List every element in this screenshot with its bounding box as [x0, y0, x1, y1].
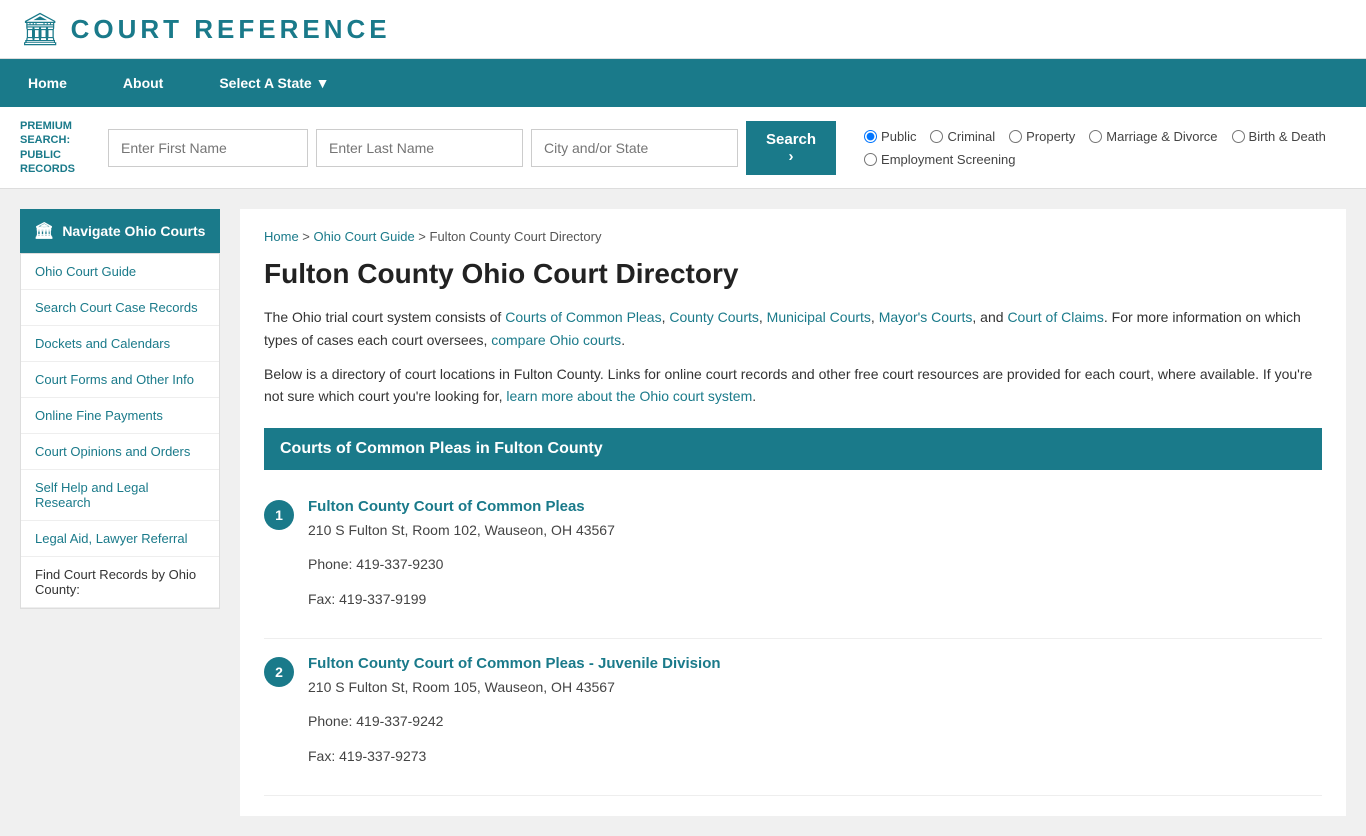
court-number-1: 1: [264, 500, 294, 530]
record-type-radios: Public Criminal Property Marriage & Divo…: [864, 129, 1346, 167]
link-compare-courts[interactable]: compare Ohio courts: [491, 332, 621, 348]
sidebar-header-label: Navigate Ohio Courts: [62, 223, 205, 239]
link-mayors-courts[interactable]: Mayor's Courts: [879, 309, 973, 325]
logo-icon: 🏛: [20, 10, 61, 48]
nav-about[interactable]: About: [95, 59, 191, 107]
sidebar-nav-list: Ohio Court Guide Search Court Case Recor…: [20, 253, 220, 609]
court-2-phone: Phone: 419-337-9242: [308, 710, 721, 732]
first-name-input[interactable]: [108, 129, 308, 167]
last-name-input[interactable]: [316, 129, 523, 167]
city-input[interactable]: [531, 129, 738, 167]
sidebar-item-opinions[interactable]: Court Opinions and Orders: [21, 434, 219, 470]
court-2-address: 210 S Fulton St, Room 105, Wauseon, OH 4…: [308, 676, 721, 698]
sidebar-header: 🏛 Navigate Ohio Courts: [20, 209, 220, 253]
court-info-1: Fulton County Court of Common Pleas 210 …: [308, 498, 615, 622]
court-1-phone: Phone: 419-337-9230: [308, 553, 615, 575]
breadcrumb-current: Fulton County Court Directory: [430, 229, 602, 244]
intro-paragraph-1: The Ohio trial court system consists of …: [264, 306, 1322, 351]
sidebar-item-fine-payments[interactable]: Online Fine Payments: [21, 398, 219, 434]
court-info-2: Fulton County Court of Common Pleas - Ju…: [308, 655, 721, 779]
court-1-name-link[interactable]: Fulton County Court of Common Pleas: [308, 498, 585, 515]
sidebar: 🏛 Navigate Ohio Courts Ohio Court Guide …: [20, 209, 220, 816]
sidebar-item-court-forms[interactable]: Court Forms and Other Info: [21, 362, 219, 398]
site-header: 🏛 COURT REFERENCE: [0, 0, 1366, 59]
search-button[interactable]: Search ›: [746, 121, 836, 175]
radio-birth[interactable]: Birth & Death: [1232, 129, 1326, 144]
link-common-pleas[interactable]: Courts of Common Pleas: [505, 309, 661, 325]
radio-marriage[interactable]: Marriage & Divorce: [1089, 129, 1217, 144]
sidebar-item-dockets[interactable]: Dockets and Calendars: [21, 326, 219, 362]
court-2-fax: Fax: 419-337-9273: [308, 745, 721, 767]
link-municipal-courts[interactable]: Municipal Courts: [767, 309, 871, 325]
main-layout: 🏛 Navigate Ohio Courts Ohio Court Guide …: [0, 189, 1366, 836]
nav-home[interactable]: Home: [0, 59, 95, 107]
court-1-address: 210 S Fulton St, Room 102, Wauseon, OH 4…: [308, 519, 615, 541]
sidebar-item-search-records[interactable]: Search Court Case Records: [21, 290, 219, 326]
sidebar-item-self-help[interactable]: Self Help and Legal Research: [21, 470, 219, 521]
radio-criminal[interactable]: Criminal: [930, 129, 995, 144]
logo-text: COURT REFERENCE: [71, 14, 391, 45]
intro-paragraph-2: Below is a directory of court locations …: [264, 363, 1322, 408]
premium-label: PREMIUM SEARCH: PUBLIC RECORDS: [20, 119, 100, 176]
page-title: Fulton County Ohio Court Directory: [264, 258, 1322, 290]
search-bar: PREMIUM SEARCH: PUBLIC RECORDS Search › …: [0, 107, 1366, 189]
link-learn-more[interactable]: learn more about the Ohio court system: [506, 388, 752, 404]
sidebar-item-legal-aid[interactable]: Legal Aid, Lawyer Referral: [21, 521, 219, 557]
courthouse-icon: 🏛: [34, 221, 54, 241]
court-entry-1: 1 Fulton County Court of Common Pleas 21…: [264, 482, 1322, 639]
breadcrumb-guide[interactable]: Ohio Court Guide: [314, 229, 415, 244]
section-header-common-pleas: Courts of Common Pleas in Fulton County: [264, 428, 1322, 470]
court-entry-2: 2 Fulton County Court of Common Pleas - …: [264, 639, 1322, 796]
radio-property[interactable]: Property: [1009, 129, 1075, 144]
sidebar-item-ohio-court-guide[interactable]: Ohio Court Guide: [21, 254, 219, 290]
radio-public[interactable]: Public: [864, 129, 916, 144]
radio-employment[interactable]: Employment Screening: [864, 152, 1015, 167]
find-records-label: Find Court Records by Ohio County:: [21, 557, 219, 608]
court-2-name-link[interactable]: Fulton County Court of Common Pleas - Ju…: [308, 655, 721, 672]
court-number-2: 2: [264, 657, 294, 687]
court-1-fax: Fax: 419-337-9199: [308, 588, 615, 610]
nav-select-state[interactable]: Select A State ▼: [191, 59, 357, 107]
link-county-courts[interactable]: County Courts: [669, 309, 758, 325]
main-nav: Home About Select A State ▼: [0, 59, 1366, 107]
breadcrumb-home[interactable]: Home: [264, 229, 299, 244]
main-content: Home > Ohio Court Guide > Fulton County …: [240, 209, 1346, 816]
breadcrumb: Home > Ohio Court Guide > Fulton County …: [264, 229, 1322, 244]
link-court-of-claims[interactable]: Court of Claims: [1007, 309, 1103, 325]
